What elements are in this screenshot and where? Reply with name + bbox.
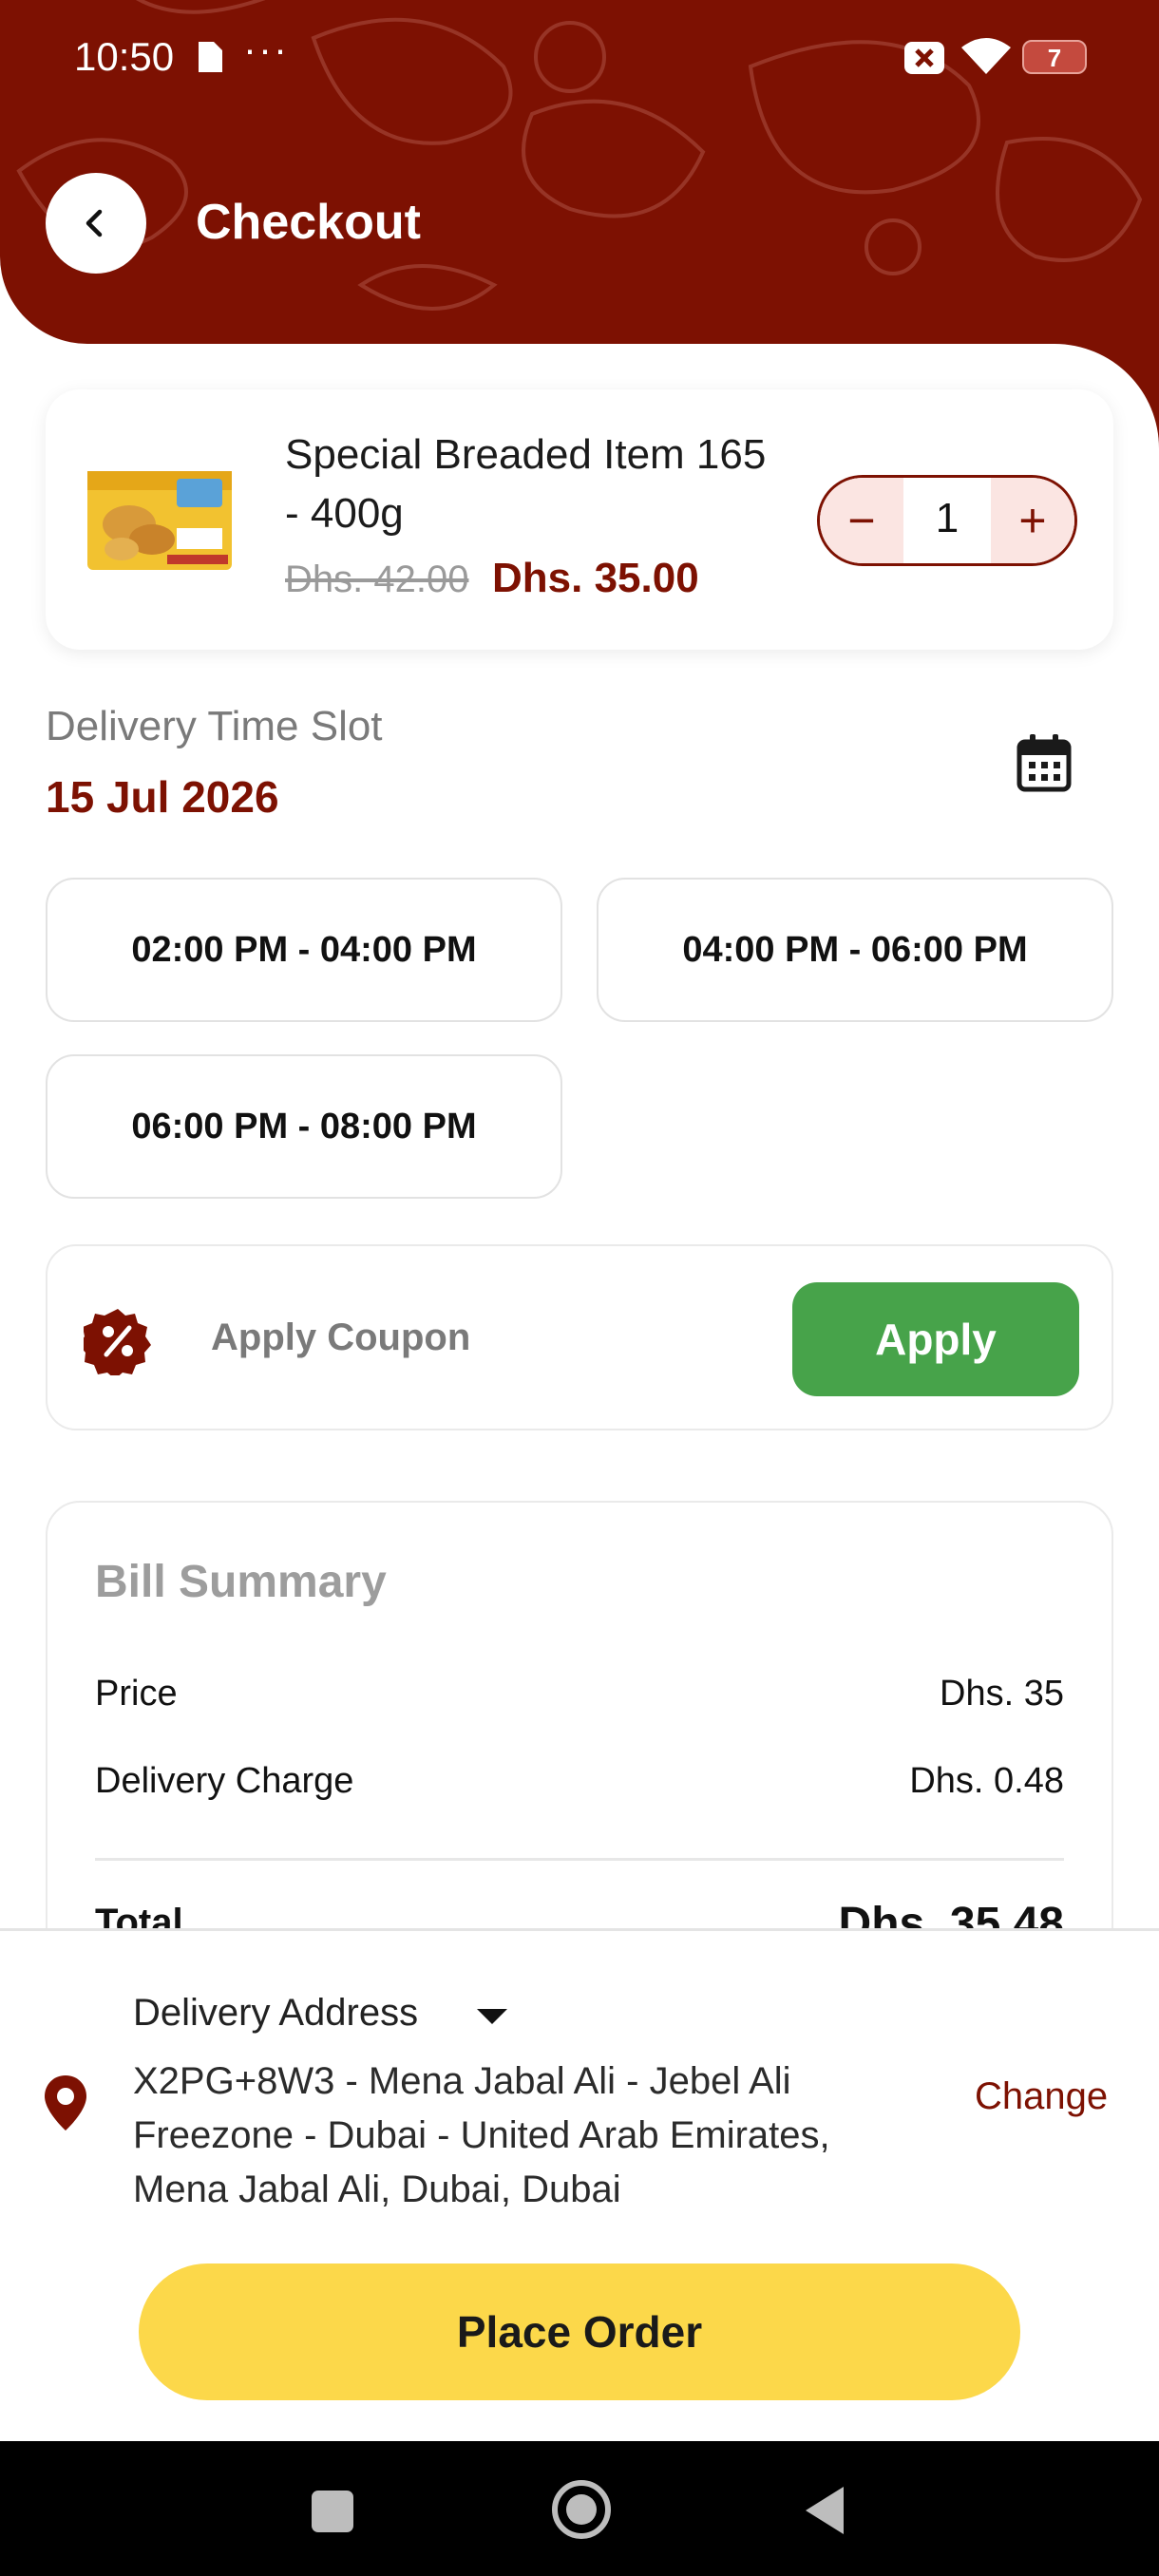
checkout-bottom-sheet: Delivery Address X2PG+8W3 - Mena Jabal A…	[0, 1928, 1159, 2441]
recent-apps-button[interactable]	[312, 2491, 353, 2532]
more-notifications-icon: ···	[243, 27, 289, 71]
change-address-link[interactable]: Change	[975, 2075, 1108, 2118]
quantity-value: 1	[935, 495, 960, 541]
original-price: Dhs. 42.00	[285, 559, 469, 600]
discounted-price: Dhs. 35.00	[492, 555, 699, 601]
battery-icon: 7	[1022, 40, 1087, 74]
delivery-slot-label: Delivery Time Slot	[46, 703, 383, 749]
status-bar: 10:50 ··· 7	[0, 0, 1159, 114]
location-pin-icon	[45, 2075, 86, 2131]
system-nav-bar	[0, 2441, 1159, 2576]
bill-row-label: Delivery Charge	[95, 1761, 354, 1801]
back-nav-button[interactable]	[802, 2485, 847, 2536]
document-icon	[199, 42, 222, 72]
product-image	[87, 471, 232, 570]
apply-coupon-button[interactable]: Apply	[792, 1282, 1079, 1396]
bill-row-value: Dhs. 0.48	[909, 1761, 1064, 1801]
delivery-address-text: X2PG+8W3 - Mena Jabal Ali - Jebel Ali Fr…	[133, 2060, 830, 2210]
no-sim-icon	[904, 42, 944, 74]
decrease-quantity-button[interactable]: −	[820, 478, 903, 563]
bill-row-label: Price	[95, 1674, 178, 1714]
time-slot-option[interactable]: 04:00 PM - 06:00 PM	[597, 878, 1113, 1022]
delivery-address-heading[interactable]: Delivery Address	[133, 1992, 418, 2035]
chevron-left-icon	[86, 209, 103, 237]
time-slot-option[interactable]: 06:00 PM - 08:00 PM	[46, 1054, 562, 1199]
caret-down-icon[interactable]	[475, 2007, 509, 2026]
place-order-button[interactable]: Place Order	[139, 2263, 1020, 2400]
cart-item-card: Special Breaded Item 165 - 400g Dhs. 42.…	[46, 389, 1113, 650]
home-button[interactable]	[551, 2479, 612, 2540]
delivery-date: 15 Jul 2026	[46, 772, 279, 822]
coupon-card: Apply Coupon Apply	[46, 1244, 1113, 1430]
time-slot-option[interactable]: 02:00 PM - 04:00 PM	[46, 878, 562, 1022]
quantity-stepper: − 1 +	[817, 475, 1077, 566]
discount-badge-icon	[84, 1309, 151, 1375]
bill-divider	[95, 1858, 1064, 1861]
wifi-icon	[961, 38, 1011, 74]
bill-row-value: Dhs. 35	[940, 1674, 1064, 1714]
battery-level: 7	[1047, 44, 1062, 72]
calendar-icon[interactable]	[1016, 733, 1072, 792]
increase-quantity-button[interactable]: +	[991, 478, 1074, 563]
back-button[interactable]	[46, 173, 146, 274]
coupon-input[interactable]: Apply Coupon	[211, 1316, 470, 1359]
status-time: 10:50	[74, 34, 175, 79]
bill-summary-title: Bill Summary	[95, 1557, 387, 1607]
product-name: Special Breaded Item 165 - 400g	[285, 431, 767, 537]
page-title: Checkout	[196, 195, 421, 250]
